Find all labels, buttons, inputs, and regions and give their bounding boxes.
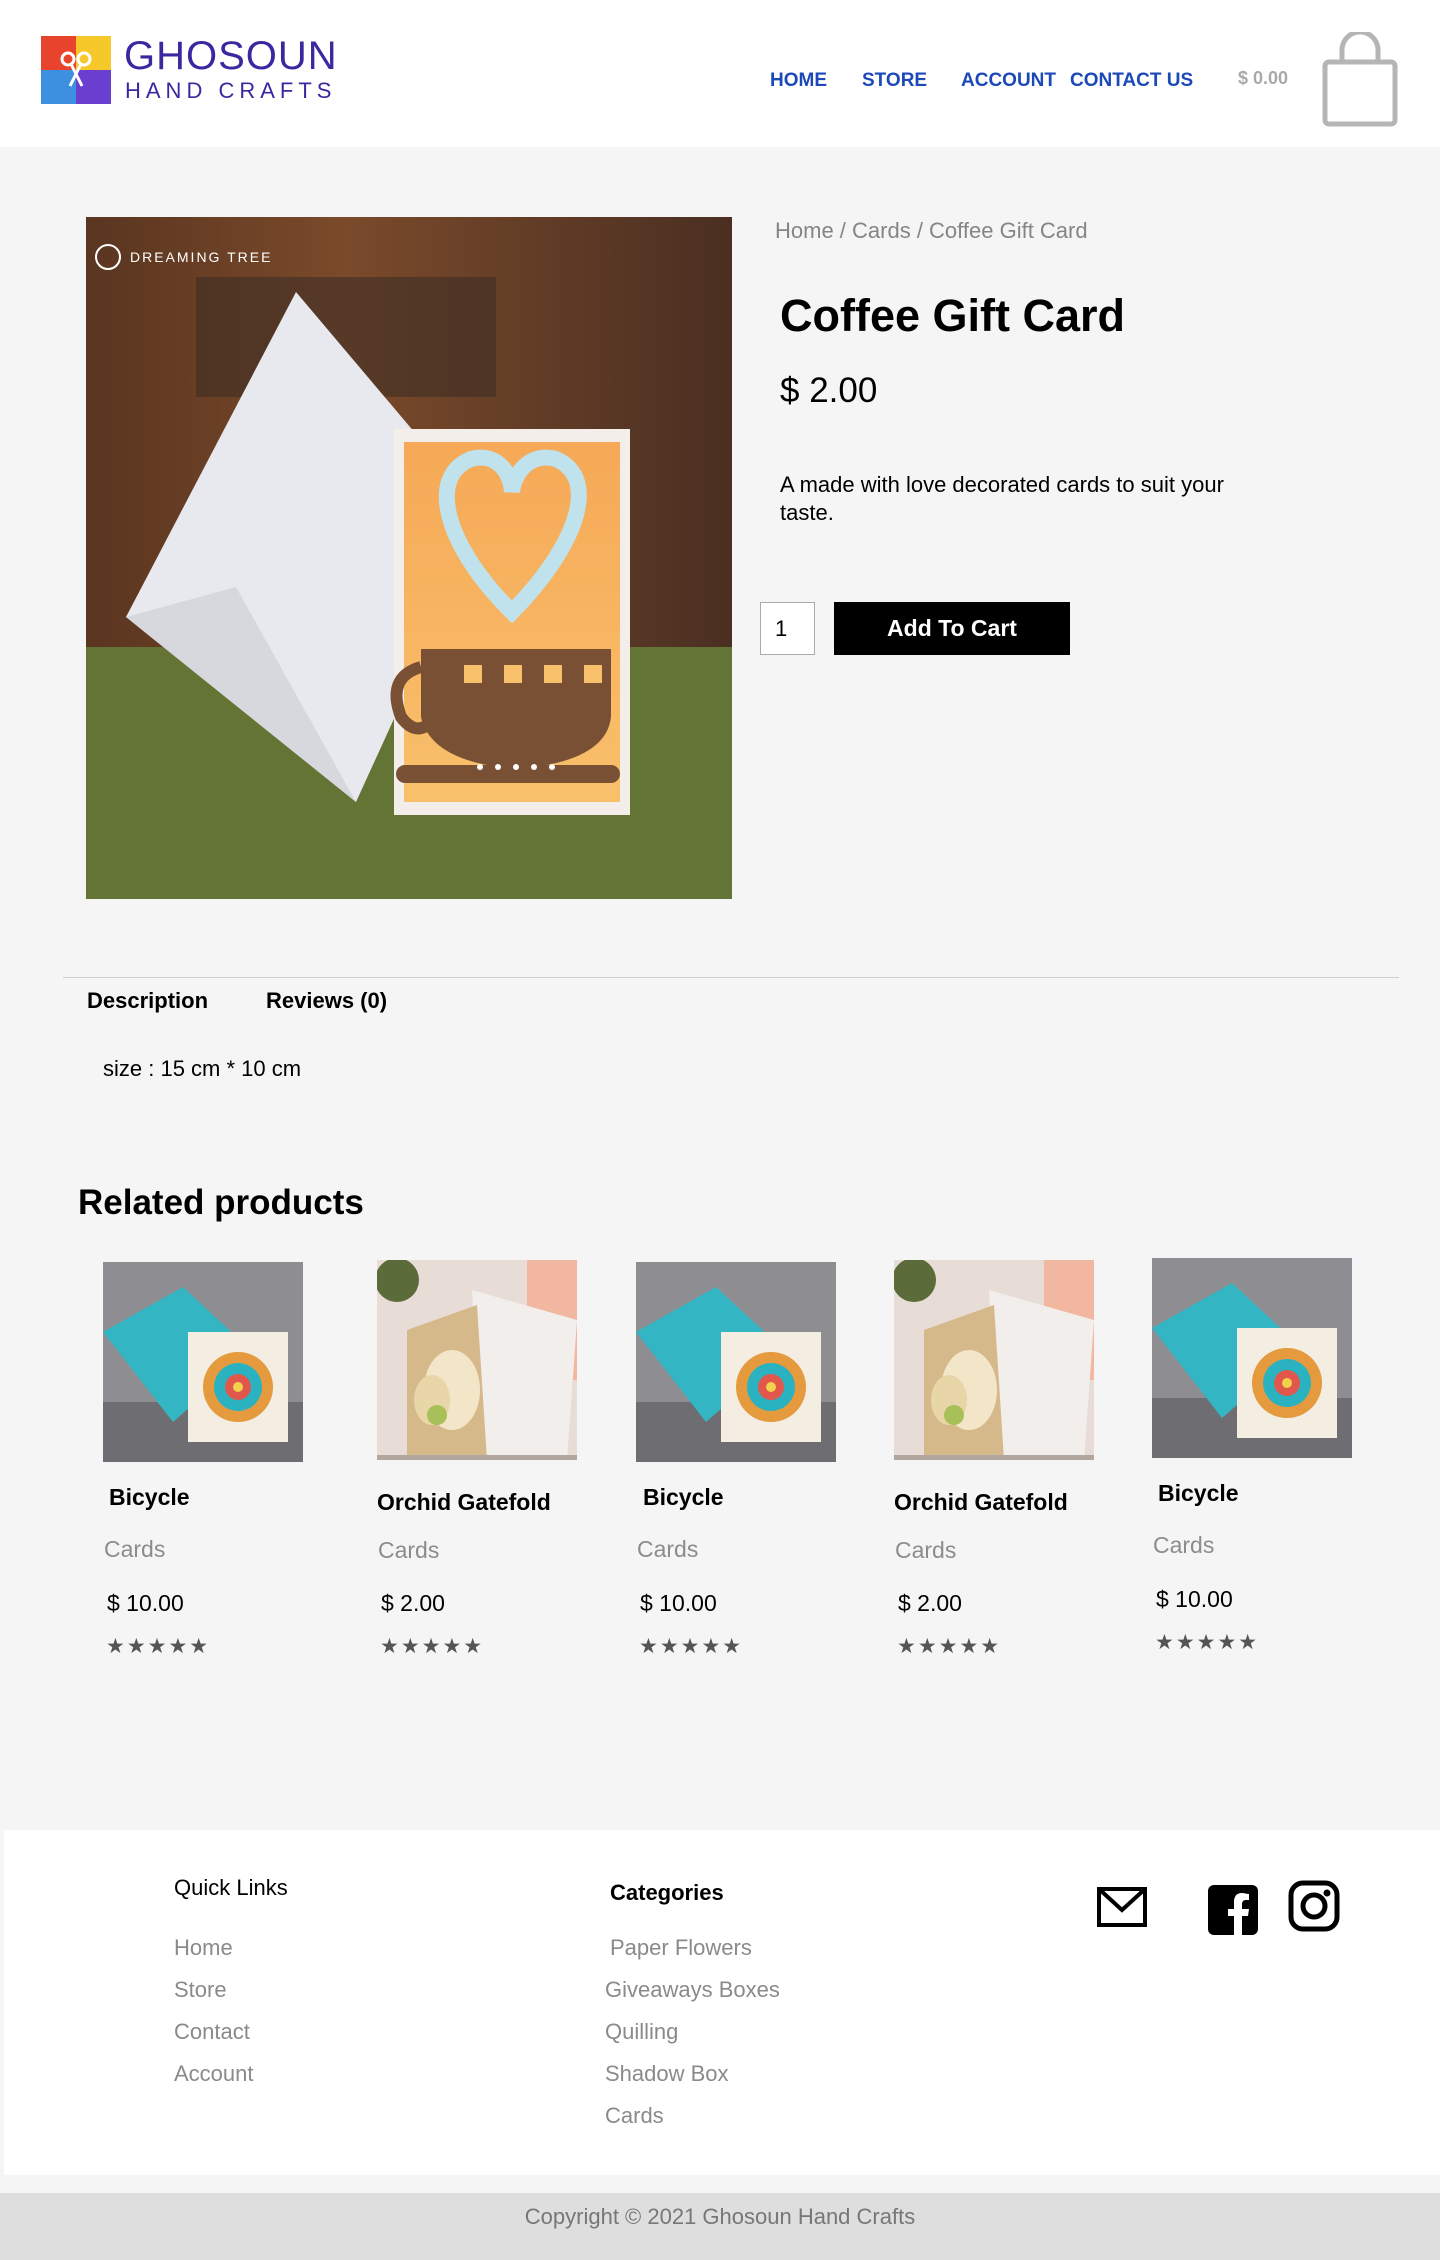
related-product-category: Cards: [1153, 1532, 1215, 1558]
related-product-name[interactable]: Bicycle: [109, 1484, 190, 1511]
tab-content: size : 15 cm * 10 cm: [103, 1056, 302, 1081]
related-product-category: Cards: [895, 1537, 957, 1563]
category-giveaways-boxes[interactable]: Giveaways Boxes: [605, 1977, 780, 2003]
related-product-price: $ 10.00: [1156, 1586, 1233, 1612]
related-product-category: Cards: [104, 1536, 166, 1562]
tab-description[interactable]: Description: [87, 988, 208, 1014]
tabs-divider: [63, 977, 1399, 978]
product-price: $ 2.00: [780, 371, 878, 410]
related-product-name[interactable]: Bicycle: [643, 1484, 724, 1511]
rating-stars-icon: ★★★★★: [639, 1635, 744, 1658]
related-product-image[interactable]: [636, 1262, 836, 1462]
brand-name[interactable]: GHOSOUN: [124, 34, 338, 79]
related-product-card[interactable]: Orchid Gatefold Cards $ 2.00 ★★★★★: [894, 1260, 1134, 1690]
quantity-input[interactable]: [760, 602, 815, 655]
related-products-title: Related products: [78, 1183, 364, 1222]
category-quilling[interactable]: Quilling: [605, 2019, 678, 2045]
nav-account[interactable]: ACCOUNT: [961, 70, 1056, 92]
product-image[interactable]: DREAMING TREE: [86, 217, 732, 899]
site-header: GHOSOUN HAND CRAFTS HOME STORE ACCOUNT C…: [0, 0, 1440, 147]
logo-icon[interactable]: [41, 36, 111, 104]
related-product-image[interactable]: [377, 1260, 577, 1460]
product-title: Coffee Gift Card: [780, 290, 1126, 341]
tab-reviews[interactable]: Reviews (0): [266, 988, 387, 1014]
product-description: A made with love decorated cards to suit…: [780, 472, 1224, 525]
nav-home[interactable]: HOME: [770, 70, 827, 92]
related-product-card[interactable]: Orchid Gatefold Cards $ 2.00 ★★★★★: [377, 1260, 617, 1690]
related-product-name[interactable]: Bicycle: [1158, 1480, 1239, 1507]
cart-total[interactable]: $ 0.00: [1238, 68, 1288, 89]
related-product-image[interactable]: [894, 1260, 1094, 1460]
footer-link-contact[interactable]: Contact: [174, 2019, 250, 2045]
category-cards[interactable]: Cards: [605, 2103, 664, 2129]
related-product-name[interactable]: Orchid Gatefold: [377, 1489, 551, 1516]
rating-stars-icon: ★★★★★: [380, 1635, 485, 1658]
facebook-icon[interactable]: [1208, 1885, 1258, 1935]
copyright: Copyright © 2021 Ghosoun Hand Crafts: [0, 2193, 1440, 2260]
add-to-cart-button[interactable]: Add To Cart: [834, 602, 1070, 655]
nav-store[interactable]: STORE: [862, 70, 927, 92]
footer-link-store[interactable]: Store: [174, 1977, 227, 2003]
related-product-price: $ 10.00: [107, 1590, 184, 1616]
footer-link-home[interactable]: Home: [174, 1935, 233, 1961]
related-product-image[interactable]: [1152, 1258, 1352, 1458]
mail-icon[interactable]: [1096, 1886, 1148, 1928]
shopping-bag-icon[interactable]: [1320, 32, 1400, 128]
brand-tagline: HAND CRAFTS: [125, 78, 337, 103]
rating-stars-icon: ★★★★★: [897, 1635, 1002, 1658]
site-footer: Quick Links Home Store Contact Account C…: [4, 1830, 1440, 2175]
related-product-card[interactable]: Bicycle Cards $ 10.00 ★★★★★: [1152, 1258, 1392, 1688]
nav-contact-us[interactable]: CONTACT US: [1070, 70, 1193, 92]
related-product-card[interactable]: Bicycle Cards $ 10.00 ★★★★★: [103, 1262, 343, 1692]
related-product-price: $ 2.00: [381, 1590, 445, 1616]
category-paper-flowers[interactable]: Paper Flowers: [610, 1935, 752, 1961]
related-product-card[interactable]: Bicycle Cards $ 10.00 ★★★★★: [636, 1262, 876, 1692]
related-product-image[interactable]: [103, 1262, 303, 1462]
footer-link-account[interactable]: Account: [174, 2061, 254, 2087]
rating-stars-icon: ★★★★★: [106, 1635, 211, 1658]
instagram-icon[interactable]: [1288, 1880, 1340, 1932]
related-product-category: Cards: [637, 1536, 699, 1562]
related-product-name[interactable]: Orchid Gatefold: [894, 1489, 1068, 1516]
svg-text:DREAMING TREE: DREAMING TREE: [130, 249, 272, 265]
rating-stars-icon: ★★★★★: [1155, 1631, 1260, 1654]
breadcrumb[interactable]: Home / Cards / Coffee Gift Card: [775, 218, 1088, 244]
related-product-price: $ 2.00: [898, 1590, 962, 1616]
related-product-price: $ 10.00: [640, 1590, 717, 1616]
category-shadow-box[interactable]: Shadow Box: [605, 2061, 729, 2087]
related-product-category: Cards: [378, 1537, 440, 1563]
quick-links-title: Quick Links: [174, 1875, 288, 1900]
categories-title: Categories: [610, 1880, 724, 1905]
